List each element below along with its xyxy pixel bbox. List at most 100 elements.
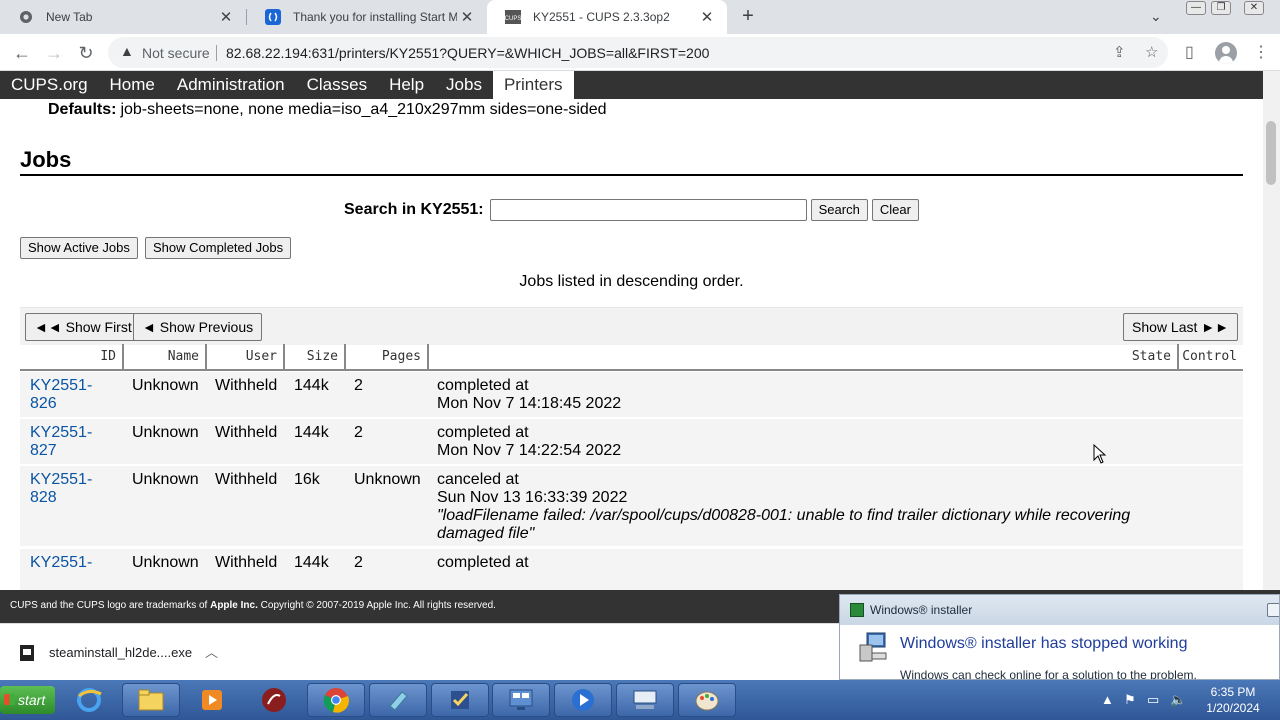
menu-kebab-icon[interactable]: ⋮ bbox=[1253, 42, 1269, 62]
show-active-jobs-button[interactable]: Show Active Jobs bbox=[20, 237, 138, 259]
nav-help[interactable]: Help bbox=[378, 71, 435, 99]
job-id-link[interactable]: KY2551- 828 bbox=[30, 471, 92, 507]
ie-icon[interactable] bbox=[60, 683, 118, 717]
clock-time: 6:35 PM bbox=[1210, 685, 1256, 699]
column-header-pages[interactable]: Pages bbox=[346, 344, 429, 370]
column-header-size[interactable]: Size bbox=[285, 344, 346, 370]
vertical-scrollbar[interactable] bbox=[1263, 71, 1280, 590]
nav-cups-org[interactable]: CUPS.org bbox=[0, 71, 99, 99]
installer-computer-icon bbox=[859, 632, 887, 662]
new-tab-button[interactable]: + bbox=[737, 5, 759, 27]
column-header-control[interactable]: Control bbox=[1179, 344, 1243, 370]
job-id-link[interactable]: KY2551- 826 bbox=[30, 377, 92, 413]
column-header-name[interactable]: Name bbox=[124, 344, 207, 370]
chevron-up-icon[interactable]: ︿ bbox=[205, 642, 218, 661]
windows-taskbar: start ▲ ⚑ ▭ 🔈 6:35 PM 1/20/2024 bbox=[0, 680, 1280, 720]
tasks-icon[interactable] bbox=[431, 683, 489, 717]
explorer-icon[interactable] bbox=[122, 683, 180, 717]
job-name: Unknown bbox=[132, 554, 199, 571]
job-state: canceled at Sun Nov 13 16:33:39 2022 "lo… bbox=[437, 471, 1157, 543]
defaults-value: job-sheets=none, none media=iso_a4_210x2… bbox=[120, 101, 607, 118]
job-user: Withheld bbox=[215, 424, 278, 441]
close-tab-icon[interactable]: ✕ bbox=[697, 8, 717, 26]
close-tab-icon[interactable]: ✕ bbox=[457, 8, 477, 26]
job-id-link[interactable]: KY2551- bbox=[30, 554, 92, 572]
tab-new-tab[interactable]: New Tab ✕ bbox=[0, 0, 246, 34]
tab-startme[interactable]: Thank you for installing Start Me ✕ bbox=[247, 0, 487, 34]
dialog-heading: Windows® installer has stopped working bbox=[900, 635, 1188, 652]
tray-network-icon[interactable]: ▭ bbox=[1147, 692, 1159, 708]
defaults-label: Defaults: bbox=[48, 101, 117, 118]
restore-icon[interactable]: ❐ bbox=[1211, 1, 1231, 15]
section-divider bbox=[20, 174, 1243, 176]
exe-file-icon bbox=[20, 645, 34, 661]
show-first-button[interactable]: ◄◄ Show First bbox=[25, 313, 141, 341]
tab-search-chevron-icon[interactable]: ⌄ bbox=[1150, 8, 1162, 25]
mouse-cursor-icon bbox=[1093, 444, 1107, 464]
chrome-icon[interactable] bbox=[307, 683, 365, 717]
clear-button[interactable]: Clear bbox=[871, 199, 919, 221]
dialog-title: Windows® installer bbox=[840, 595, 1279, 625]
job-name: Unknown bbox=[132, 471, 199, 488]
show-last-button[interactable]: Show Last ►► bbox=[1123, 313, 1238, 341]
search-button[interactable]: Search bbox=[810, 199, 868, 221]
system-clock[interactable]: 6:35 PM 1/20/2024 bbox=[1200, 684, 1266, 716]
close-window-icon[interactable]: ✕ bbox=[1244, 1, 1264, 15]
browser-tab-strip: New Tab ✕ Thank you for installing Start… bbox=[0, 0, 1280, 34]
footer-brand: Apple Inc. bbox=[210, 600, 258, 611]
bookmark-star-icon[interactable]: ☆ bbox=[1145, 43, 1158, 61]
nav-administration[interactable]: Administration bbox=[166, 71, 296, 99]
forward-arrow-icon[interactable]: → bbox=[43, 42, 65, 64]
keyboard-icon[interactable] bbox=[616, 683, 674, 717]
svg-text:CUPS: CUPS bbox=[505, 16, 521, 22]
job-size: 144k bbox=[294, 377, 329, 394]
reload-icon[interactable]: ↻ bbox=[75, 42, 97, 64]
printer-defaults: Defaults: job-sheets=none, none media=iso… bbox=[48, 101, 607, 119]
show-completed-jobs-button[interactable]: Show Completed Jobs bbox=[145, 237, 292, 259]
profile-avatar-icon[interactable] bbox=[1215, 42, 1237, 64]
close-tab-icon[interactable]: ✕ bbox=[216, 8, 236, 26]
installer-error-dialog: Windows® installer Windows® installer ha… bbox=[839, 594, 1280, 680]
share-icon[interactable]: ⇪ bbox=[1113, 43, 1126, 61]
start-button[interactable]: start bbox=[0, 686, 55, 714]
minimize-icon[interactable]: — bbox=[1186, 1, 1206, 15]
tray-volume-icon[interactable]: 🔈 bbox=[1170, 692, 1186, 708]
column-header-user[interactable]: User bbox=[207, 344, 285, 370]
download-filename[interactable]: steaminstall_hl2de....exe bbox=[49, 645, 192, 660]
paint-icon[interactable] bbox=[678, 683, 736, 717]
job-state: completed at bbox=[437, 554, 529, 571]
url-text[interactable]: 82.68.22.194:631/printers/KY2551?QUERY=&… bbox=[226, 45, 709, 61]
nav-home[interactable]: Home bbox=[99, 71, 166, 99]
nav-printers[interactable]: Printers bbox=[492, 71, 574, 99]
app-icon[interactable] bbox=[245, 683, 303, 717]
control-panel-icon[interactable] bbox=[492, 683, 550, 717]
media-player-icon[interactable] bbox=[554, 683, 612, 717]
security-status[interactable]: Not secure bbox=[142, 45, 210, 61]
maximize-icon[interactable] bbox=[1267, 603, 1279, 617]
search-label: Search in KY2551: bbox=[344, 201, 484, 218]
scrollbar-thumb[interactable] bbox=[1266, 121, 1276, 185]
job-pages: Unknown bbox=[354, 471, 421, 488]
job-id-link[interactable]: KY2551- 827 bbox=[30, 424, 92, 460]
pager-bar: ◄◄ Show First ◄ Show Previous Show Last … bbox=[20, 307, 1243, 345]
address-bar[interactable]: ▲ Not secure 82.68.22.194:631/printers/K… bbox=[108, 37, 1168, 68]
clock-date: 1/20/2024 bbox=[1206, 701, 1260, 715]
notes-icon[interactable] bbox=[369, 683, 427, 717]
tab-cups[interactable]: CUPS KY2551 - CUPS 2.3.3op2 ✕ bbox=[487, 0, 727, 34]
tray-expand-icon[interactable]: ▲ bbox=[1101, 692, 1114, 707]
browser-toolbar: ← → ↻ ▲ Not secure 82.68.22.194:631/prin… bbox=[0, 34, 1280, 71]
nav-jobs[interactable]: Jobs bbox=[435, 71, 493, 99]
show-previous-button[interactable]: ◄ Show Previous bbox=[133, 313, 263, 341]
column-header-id[interactable]: ID bbox=[20, 344, 124, 370]
section-title: Jobs bbox=[20, 147, 72, 172]
side-panel-icon[interactable]: ▯ bbox=[1185, 42, 1194, 62]
warning-triangle-icon[interactable]: ▲ bbox=[120, 43, 134, 59]
tray-flag-icon[interactable]: ⚑ bbox=[1124, 692, 1136, 708]
column-header-state[interactable]: State bbox=[429, 344, 1179, 370]
nav-classes[interactable]: Classes bbox=[296, 71, 378, 99]
search-input[interactable] bbox=[489, 199, 807, 221]
media-icon[interactable] bbox=[183, 683, 241, 717]
job-size: 144k bbox=[294, 554, 329, 571]
back-arrow-icon[interactable]: ← bbox=[11, 42, 33, 64]
table-row: KY2551- Unknown Withheld 144k 2 complete… bbox=[20, 549, 1243, 590]
